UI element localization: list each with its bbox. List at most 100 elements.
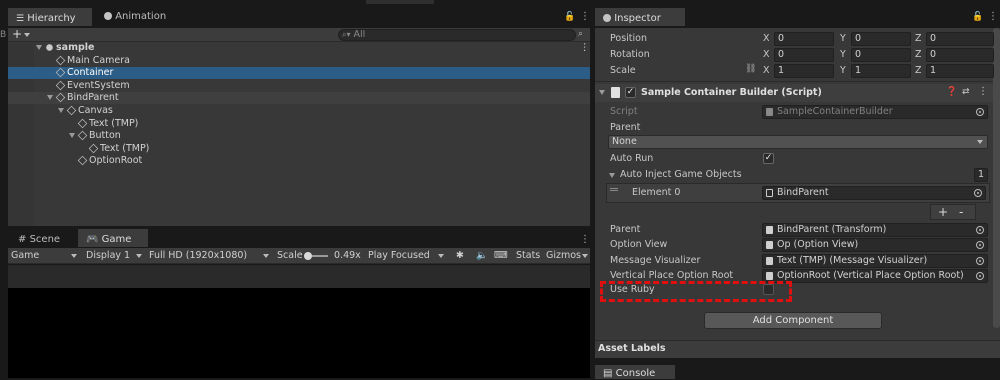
component-menu-icon[interactable]: ⋮ — [978, 86, 988, 97]
scale-x-field[interactable]: 1 — [774, 64, 834, 78]
object-picker-icon[interactable] — [976, 257, 984, 265]
audio-icon[interactable]: 🔈 — [476, 249, 488, 263]
tab-animation[interactable]: Animation — [96, 8, 174, 26]
bug-icon[interactable]: ✱ — [456, 249, 464, 263]
help-icon[interactable]: ❓ — [946, 87, 957, 97]
game-viewport[interactable] — [8, 288, 590, 378]
search-input[interactable]: ⌕▾ All — [338, 29, 576, 41]
rotation-z-field[interactable]: 0 — [926, 48, 994, 62]
chevron-down-icon[interactable] — [609, 173, 615, 178]
tree-item[interactable]: Text (TMP) — [8, 118, 408, 130]
rotation-x-field[interactable]: 0 — [774, 48, 834, 62]
chevron-down-icon — [263, 254, 269, 258]
tree-item[interactable]: Button — [8, 130, 408, 142]
play-controls[interactable] — [366, 0, 434, 4]
list-footer — [930, 204, 976, 220]
preset-icon[interactable]: ⇄ — [962, 87, 970, 97]
console-icon: ▤ — [603, 368, 613, 379]
object-picker-icon[interactable] — [974, 189, 982, 197]
game-view-top-bar — [8, 265, 590, 288]
add-element-button[interactable]: + — [938, 204, 948, 220]
object-picker-icon[interactable] — [976, 272, 984, 280]
script-file-icon — [611, 87, 620, 98]
auto-run-checkbox[interactable]: ✓ — [763, 153, 774, 164]
chevron-down-icon[interactable] — [69, 133, 75, 139]
gameobject-icon — [77, 118, 88, 128]
option-view-field[interactable]: Op (Option View) — [762, 238, 988, 252]
inspector-more-icon[interactable]: ⋮ — [988, 11, 998, 22]
tab-game[interactable]: 🎮 Game — [78, 229, 148, 247]
tab-console[interactable]: ▤ Console — [595, 365, 675, 379]
component-enabled-checkbox[interactable]: ✓ — [625, 87, 636, 98]
grid-icon: # — [18, 234, 27, 245]
tree-item[interactable]: EventSystem — [8, 80, 408, 92]
field-value: OptionRoot (Vertical Place Option Root) — [777, 270, 964, 281]
vertical-place-field[interactable]: OptionRoot (Vertical Place Option Root) — [762, 269, 988, 283]
gameobject-icon — [66, 105, 77, 116]
remove-element-button[interactable]: - — [959, 204, 963, 220]
parent-dropdown[interactable]: None — [608, 135, 988, 149]
display-dropdown[interactable]: Display 1 — [86, 249, 142, 263]
inspector-scrollbar[interactable] — [993, 28, 1000, 328]
tree-item[interactable]: OptionRoot — [8, 155, 408, 167]
parent2-field[interactable]: BindParent (Transform) — [762, 223, 988, 237]
object-picker-icon[interactable] — [976, 241, 984, 249]
chevron-down-icon — [582, 254, 588, 258]
chevron-down-icon — [438, 254, 444, 258]
scale-slider-handle[interactable] — [304, 252, 312, 260]
tree-item[interactable]: Text (TMP) — [8, 143, 408, 155]
display-mode-dropdown[interactable]: Game — [11, 249, 79, 263]
tree-item-label: Container — [67, 67, 114, 79]
tree-item-label: Button — [89, 130, 121, 142]
auto-inject-count[interactable]: 1 — [974, 168, 988, 182]
scale-y-field[interactable]: 1 — [851, 64, 911, 78]
gameobject-icon — [55, 67, 66, 78]
more-menu-icon[interactable]: ⋮ — [580, 11, 590, 22]
field-value: Text (TMP) (Message Visualizer) — [777, 255, 928, 266]
position-y-field[interactable]: 0 — [851, 32, 911, 46]
gizmos-dropdown[interactable]: Gizmos — [546, 249, 588, 263]
highlight-box — [600, 281, 792, 302]
create-button[interactable]: + — [12, 28, 31, 41]
tree-item[interactable]: Canvas — [8, 105, 408, 117]
tab-scene[interactable]: # Scene — [10, 231, 68, 249]
position-x-field[interactable]: 0 — [774, 32, 834, 46]
chevron-down-icon[interactable] — [47, 95, 53, 101]
tree-item[interactable]: BindParent — [8, 92, 590, 105]
resolution-dropdown[interactable]: Full HD (1920x1080) — [149, 249, 269, 263]
search-filter-icon[interactable]: ⌕ — [578, 29, 583, 39]
message-visualizer-field[interactable]: Text (TMP) (Message Visualizer) — [762, 254, 988, 268]
keyboard-icon[interactable]: ⌨ — [494, 249, 508, 263]
tree-item-label: sample — [56, 42, 95, 53]
tree-item[interactable]: sample ⋮ — [8, 42, 590, 54]
gameobject-icon — [55, 55, 66, 65]
scene-menu-icon[interactable]: ⋮ — [580, 42, 590, 54]
stats-button[interactable]: Stats — [516, 249, 540, 263]
game-more-menu-icon[interactable]: ⋮ — [580, 234, 590, 245]
chevron-down-icon[interactable] — [58, 108, 64, 113]
scale-z-field[interactable]: 1 — [926, 64, 994, 78]
scale-value: 0.49x — [334, 250, 361, 261]
drag-handle-icon[interactable] — [610, 188, 618, 191]
constrain-proportions-icon[interactable]: ⛓ — [745, 64, 756, 74]
auto-run-label: Auto Run — [610, 153, 654, 164]
play-mode-dropdown[interactable]: Play Focused — [368, 249, 444, 263]
auto-inject-label: Auto Inject Game Objects — [620, 169, 742, 180]
parent2-label: Parent — [610, 224, 641, 235]
chevron-down-icon[interactable] — [599, 90, 605, 95]
tree-item[interactable]: Container — [8, 67, 590, 80]
rotation-y-field[interactable]: 0 — [851, 48, 911, 62]
tree-item[interactable]: Main Camera — [8, 55, 408, 67]
gameobject-icon — [77, 130, 88, 141]
element0-field[interactable]: BindParent — [762, 186, 986, 200]
object-picker-icon[interactable] — [976, 226, 984, 234]
lock-icon[interactable]: 🔓 — [564, 12, 575, 22]
script-label: Script — [610, 106, 638, 117]
position-z-field[interactable]: 0 — [926, 32, 994, 46]
chevron-down-icon[interactable] — [36, 45, 42, 50]
tab-hierarchy[interactable]: ☰ Hierarchy — [8, 8, 92, 26]
tab-inspector[interactable]: Inspector — [595, 8, 685, 26]
inspector-lock-icon[interactable]: 🔓 — [972, 12, 983, 22]
gameobject-icon — [55, 80, 66, 91]
add-component-button[interactable]: Add Component — [704, 312, 882, 329]
